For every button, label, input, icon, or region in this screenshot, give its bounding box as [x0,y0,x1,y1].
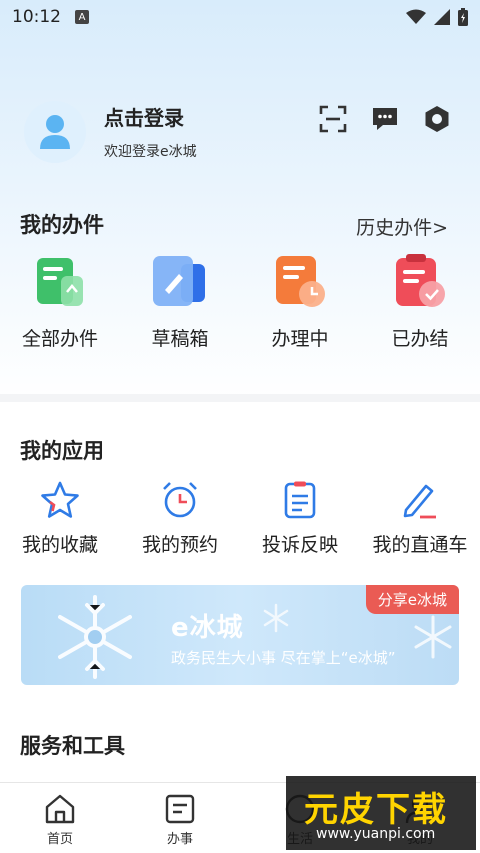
app-label: 我的直通车 [372,534,468,556]
draft-icon [153,256,205,306]
status-icons [406,8,468,26]
alarm-clock-icon [163,482,197,518]
my-apps-title: 我的应用 [20,439,104,463]
home-icon [45,794,75,824]
status-time: 10:12 [12,7,61,27]
affair-item-processing[interactable]: 办理中 [240,254,360,351]
settings-button[interactable] [422,104,452,134]
message-button[interactable] [370,104,400,134]
clipboard-icon [284,481,316,519]
battery-icon [458,8,468,26]
section-divider [0,394,480,402]
affair-item-all[interactable]: 全部办件 [0,254,120,351]
login-subtitle: 欢迎登录e冰城 [104,144,197,160]
tab-home[interactable]: 首页 [0,783,120,853]
affair-item-draft[interactable]: 草稿箱 [120,254,240,351]
app-item-complaint[interactable]: 投诉反映 [240,480,360,557]
settings-icon [425,106,449,132]
share-button[interactable]: 分享e冰城 [365,585,459,614]
login-title[interactable]: 点击登录 [104,102,184,131]
services-title: 服务和工具 [20,734,125,758]
wifi-icon [406,9,426,24]
scan-icon [319,105,347,133]
app-item-direct-line[interactable]: 我的直通车 [360,480,480,557]
user-icon [40,115,70,149]
tab-label: 首页 [46,832,73,847]
snowflake-icon [414,615,452,659]
history-affairs-link[interactable]: 历史办件> [356,213,448,240]
affair-label: 已办结 [391,328,449,350]
completed-icon [396,254,445,307]
watermark-url: www.yuanpi.com [316,826,436,842]
header-actions [318,104,452,134]
all-affairs-icon [37,258,83,306]
status-bar: 10:12 A [0,0,480,34]
my-affairs-title: 我的办件 [20,213,104,237]
snowflake-icon [263,603,289,633]
edit-pen-icon [403,484,436,519]
affairs-icon [165,794,195,824]
message-icon [373,108,397,130]
promo-banner[interactable]: 分享e冰城 e冰城 政务民生大小事 尽在掌上“e冰城” [21,585,459,685]
snowflake-icon [58,595,132,679]
star-icon [41,481,79,518]
affair-label: 全部办件 [21,328,98,350]
tab-affairs[interactable]: 办事 [120,783,240,853]
apps-grid: 我的收藏 我的预约 投诉反映 我的直通车 [0,480,480,557]
affair-label: 办理中 [271,328,329,350]
processing-icon [276,256,325,307]
app-label: 我的预约 [141,534,218,556]
avatar[interactable] [24,101,86,163]
app-label: 投诉反映 [261,534,338,556]
banner-brand: e冰城 [171,613,244,643]
affair-item-completed[interactable]: 已办结 [360,254,480,351]
banner-slogan: 政务民生大小事 尽在掌上“e冰城” [171,649,396,667]
watermark: 元皮下载 www.yuanpi.com [286,776,476,850]
watermark-text: 元皮下载 [304,790,448,830]
notification-badge: A [75,10,89,24]
affair-label: 草稿箱 [151,328,209,350]
tab-label: 办事 [166,832,193,847]
scan-button[interactable] [318,104,348,134]
affairs-grid: 全部办件 草稿箱 办理中 已办结 [0,254,480,351]
app-label: 我的收藏 [21,534,98,556]
signal-icon [434,9,450,25]
app-item-favorites[interactable]: 我的收藏 [0,480,120,557]
app-item-appointment[interactable]: 我的预约 [120,480,240,557]
